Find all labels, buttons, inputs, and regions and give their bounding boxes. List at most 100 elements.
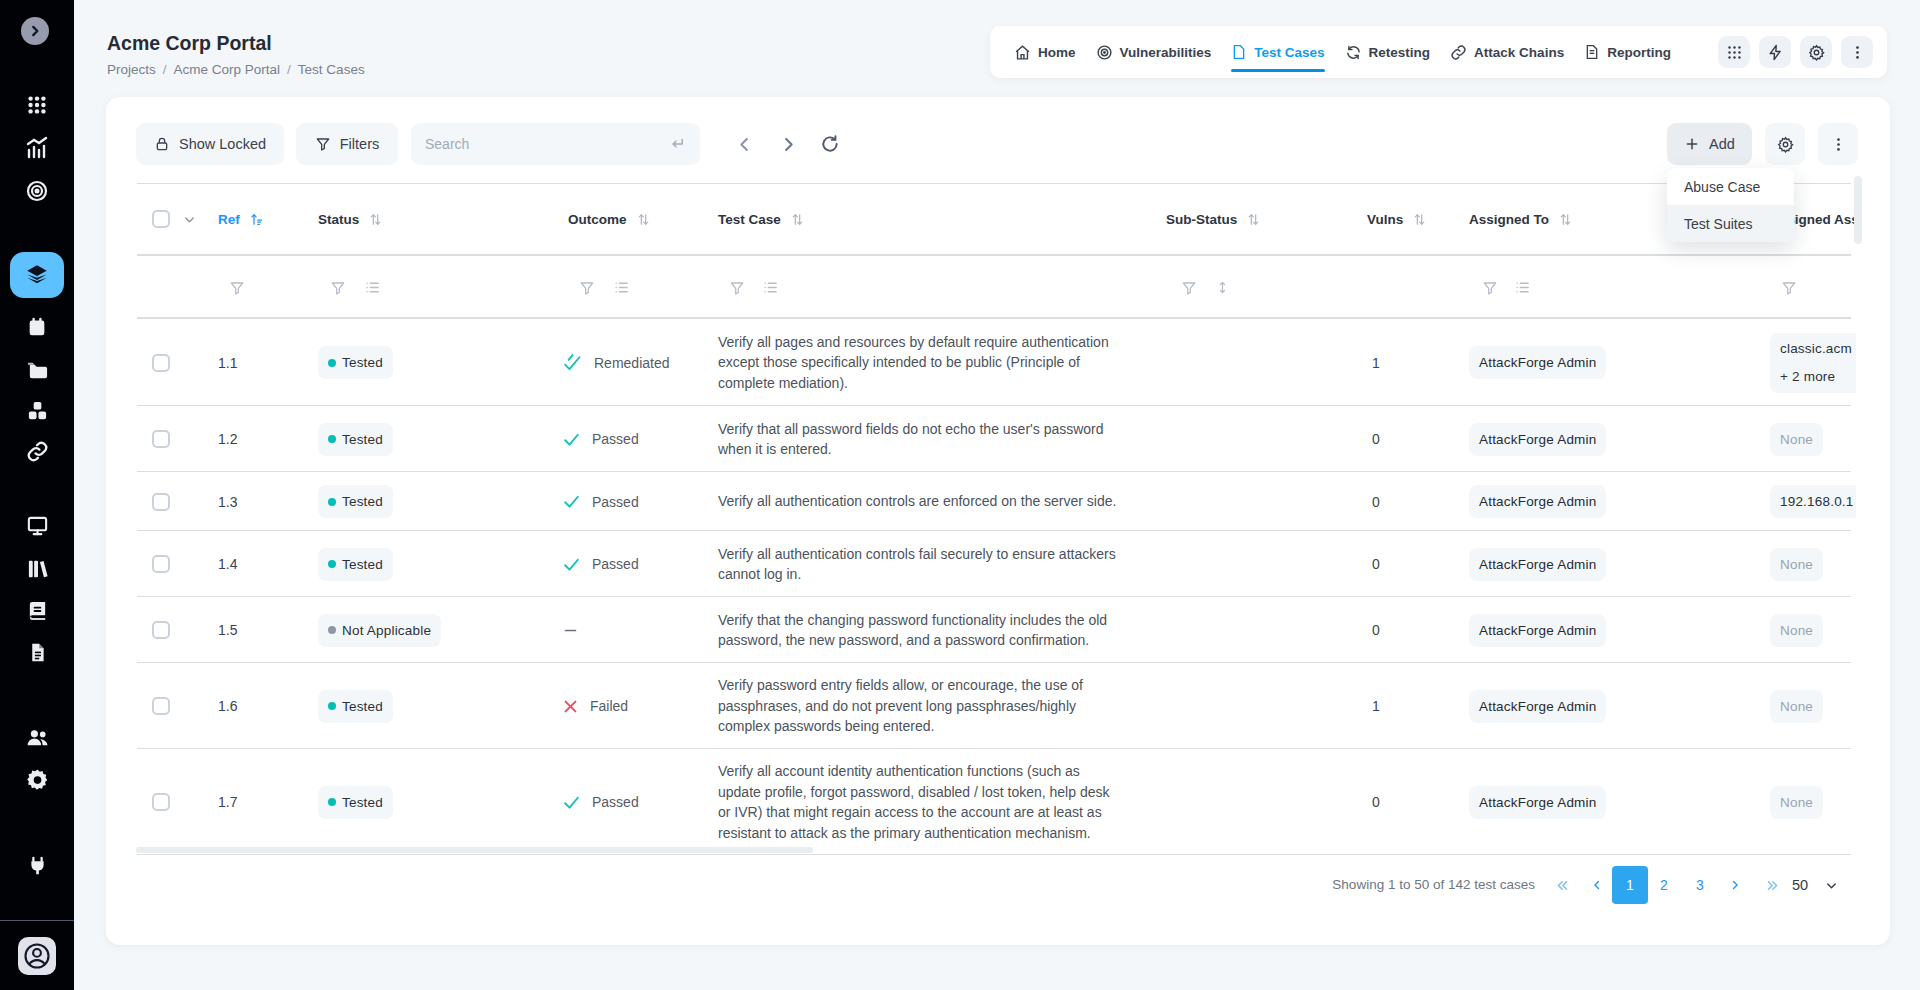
tab-reporting[interactable]: Reporting (1574, 26, 1681, 78)
column-header-substatus[interactable]: Sub-Status (1166, 184, 1261, 254)
menu-item-test-suites[interactable]: Test Suites (1667, 205, 1794, 242)
row-checkbox-cell (152, 663, 170, 749)
sidebar-item-dice[interactable] (0, 390, 74, 430)
sidebar-item-monitor[interactable] (0, 505, 74, 545)
column-header-testcase[interactable]: Test Case (718, 184, 805, 254)
filter-testcase-list[interactable] (762, 257, 779, 318)
filter-substatus-funnel[interactable] (1181, 257, 1197, 318)
sidebar-layers-icon (24, 262, 50, 288)
filter-substatus-updown[interactable] (1215, 257, 1230, 318)
row-checkbox[interactable] (152, 621, 170, 639)
tab-vulnerabilities[interactable]: Vulnerabilities (1086, 26, 1222, 78)
filter-ref-funnel[interactable] (229, 257, 245, 318)
sidebar-item-folder[interactable] (0, 349, 74, 389)
menu-item-abuse-case[interactable]: Abuse Case (1667, 168, 1794, 205)
asset-badge: classic.acm+ 2 more (1770, 333, 1856, 393)
vertical-scrollbar[interactable] (1854, 176, 1862, 244)
kebab-icon (1849, 44, 1866, 61)
sidebar-item-apps-grid[interactable] (0, 85, 74, 125)
sidebar-item-clipboard[interactable] (0, 307, 74, 347)
sidebar-item-layers-active[interactable] (10, 252, 64, 298)
status-badge: Tested (318, 485, 393, 518)
tab-home[interactable]: Home (1004, 26, 1086, 78)
breadcrumb[interactable]: Projects/Acme Corp Portal/Test Cases (107, 62, 365, 77)
column-header-ref[interactable]: Ref (218, 184, 264, 254)
assigned-to-badge: AttackForge Admin (1469, 423, 1606, 456)
breadcrumb-item[interactable]: Acme Corp Portal (174, 62, 281, 77)
page-button-3[interactable]: 3 (1682, 866, 1718, 904)
cell-outcome (562, 597, 579, 663)
tab-attack-chains[interactable]: Attack Chains (1440, 26, 1574, 78)
filter-status-funnel[interactable] (330, 257, 346, 318)
sidebar-item-gear[interactable] (0, 759, 74, 799)
prev-page-button[interactable] (1579, 866, 1615, 904)
breadcrumb-item[interactable]: Projects (107, 62, 156, 77)
avatar[interactable] (18, 937, 56, 975)
filter-assignedto-funnel[interactable] (1482, 257, 1498, 318)
horizontal-scrollbar[interactable] (136, 847, 813, 853)
asset-line: + 2 more (1780, 363, 1835, 391)
outcome-label: Passed (592, 494, 639, 510)
assigned-to-badge: AttackForge Admin (1469, 346, 1606, 379)
breadcrumb-item[interactable]: Test Cases (298, 62, 365, 77)
table-row-1.3[interactable]: 1.3TestedPassedVerify all authentication… (106, 472, 1856, 531)
next-page-button[interactable] (1717, 866, 1753, 904)
filter-outcome-funnel[interactable] (579, 257, 595, 318)
sidebar-item-plug[interactable] (0, 845, 74, 885)
row-checkbox[interactable] (152, 430, 170, 448)
sidebar-item-chain[interactable] (0, 431, 74, 471)
outcome-label: Failed (590, 698, 628, 714)
status-dot (328, 702, 336, 710)
page-size-select[interactable]: 50 (1792, 866, 1839, 904)
row-checkbox[interactable] (152, 354, 170, 372)
sidebar-book-icon (26, 599, 49, 622)
filter-testcase-funnel[interactable] (729, 257, 745, 318)
next-page-icon (1728, 878, 1742, 892)
row-checkbox[interactable] (152, 555, 170, 573)
row-checkbox[interactable] (152, 697, 170, 715)
sort-icon (1246, 212, 1261, 227)
sidebar-collapse-button[interactable] (21, 17, 49, 45)
page-button-1[interactable]: 1 (1612, 866, 1648, 904)
select-all-checkbox[interactable] (152, 210, 170, 228)
vulns-count: 0 (1372, 494, 1380, 510)
first-page-button[interactable] (1544, 866, 1580, 904)
sidebar-item-file-text[interactable] (0, 632, 74, 672)
nav-action-gear-o-button[interactable] (1800, 36, 1832, 68)
table-row-1.2[interactable]: 1.2TestedPassedVerify that all password … (106, 406, 1856, 472)
row-checkbox[interactable] (152, 493, 170, 511)
column-header-assignedto[interactable]: Assigned To (1469, 184, 1573, 254)
filter-outcome-list[interactable] (613, 257, 630, 318)
column-header-vulns[interactable]: Vulns (1367, 184, 1427, 254)
table-row-1.7[interactable]: 1.7TestedPassedVerify all account identi… (106, 749, 1856, 855)
filter-assignedto-list[interactable] (1514, 257, 1531, 318)
status-dot (328, 359, 336, 367)
status-dot (328, 435, 336, 443)
sidebar-item-analytics[interactable] (0, 128, 74, 168)
tab-retesting[interactable]: Retesting (1335, 26, 1441, 78)
list-icon (1514, 279, 1531, 296)
page-button-2[interactable]: 2 (1646, 866, 1682, 904)
table-row-1.6[interactable]: 1.6TestedFailedVerify password entry fie… (106, 663, 1856, 749)
sidebar-item-library[interactable] (0, 548, 74, 588)
last-page-button[interactable] (1754, 866, 1790, 904)
sidebar-item-bullseye[interactable] (0, 171, 74, 211)
table-row-1.5[interactable]: 1.5Not ApplicableVerify that the changin… (106, 597, 1856, 663)
filter-status-list[interactable] (364, 257, 381, 318)
filter-assets-funnel[interactable] (1781, 257, 1797, 318)
sidebar-clipboard-icon (26, 316, 48, 338)
cell-vulns: 0 (1372, 406, 1380, 472)
column-header-outcome[interactable]: Outcome (568, 184, 651, 254)
nav-action-bolt-button[interactable] (1759, 36, 1791, 68)
sidebar-item-book[interactable] (0, 590, 74, 630)
column-header-status[interactable]: Status (318, 184, 383, 254)
nav-action-kebab-button[interactable] (1841, 36, 1873, 68)
nav-action-apps-dots-button[interactable] (1718, 36, 1750, 68)
tab-test-cases[interactable]: Test Cases (1221, 26, 1334, 78)
sidebar-item-users[interactable] (0, 717, 74, 757)
select-menu-caret[interactable] (182, 184, 197, 254)
table-row-1.4[interactable]: 1.4TestedPassedVerify all authentication… (106, 531, 1856, 597)
outcome-remediated-icon (562, 352, 583, 373)
row-checkbox[interactable] (152, 793, 170, 811)
table-row-1.1[interactable]: 1.1TestedRemediatedVerify all pages and … (106, 319, 1856, 406)
